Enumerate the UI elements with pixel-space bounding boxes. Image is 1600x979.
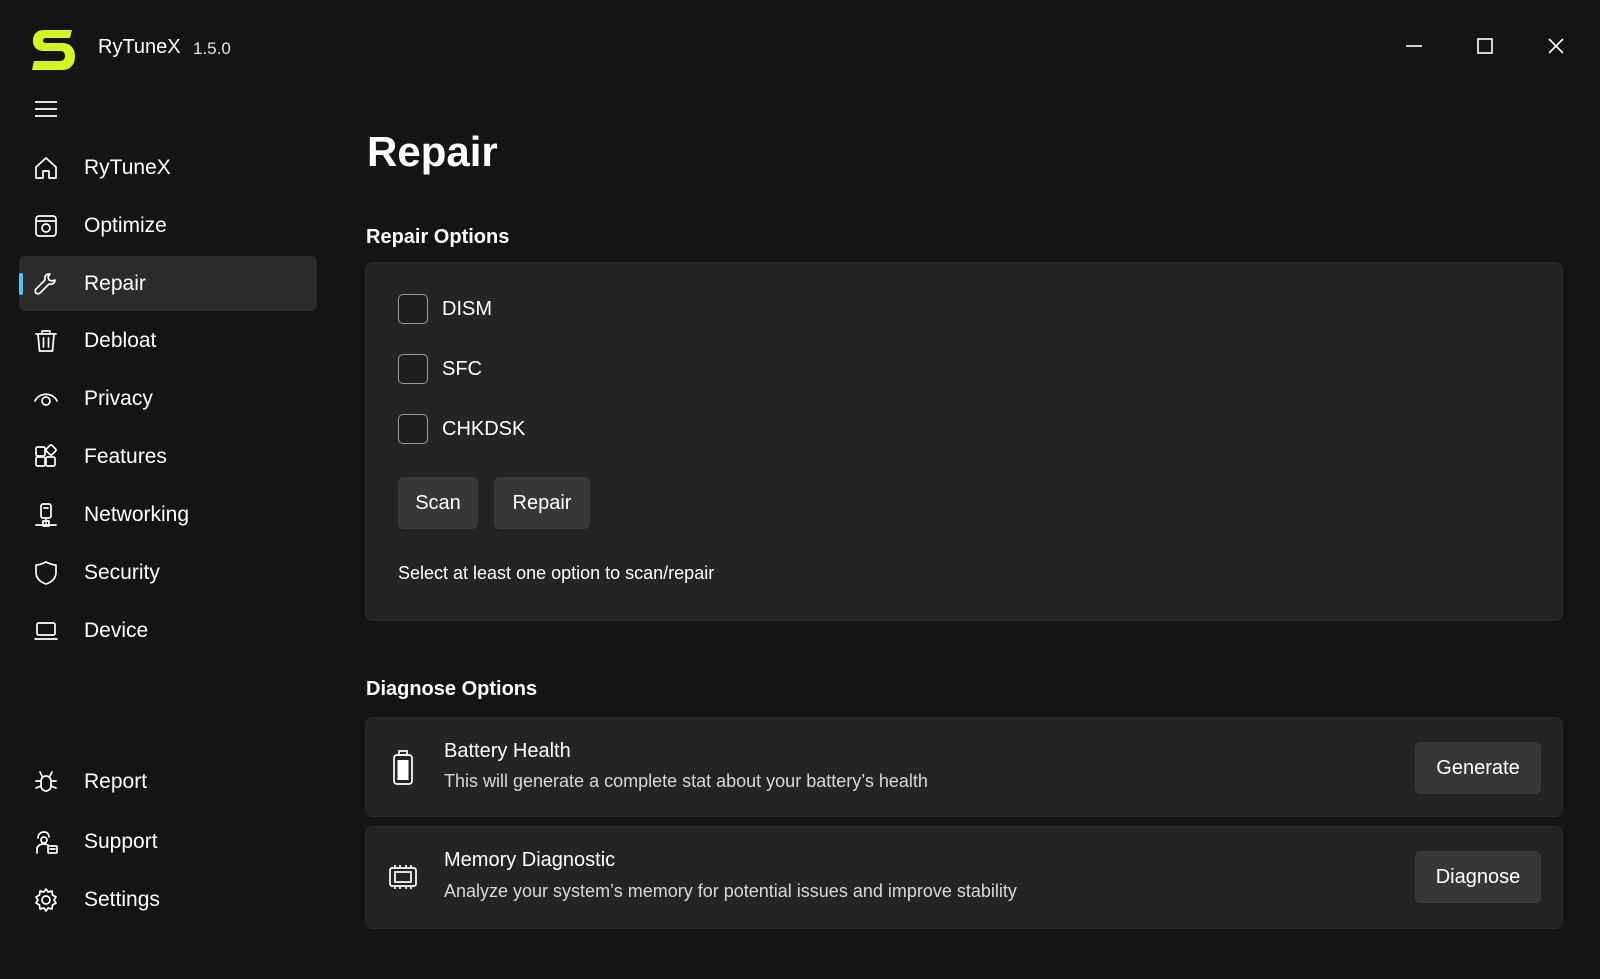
sidebar-item-rytunex[interactable]: RyTuneX: [19, 140, 317, 195]
dism-checkbox-row[interactable]: DISM: [398, 293, 492, 325]
sidebar-item-label: Report: [84, 769, 148, 793]
minimize-icon[interactable]: [1396, 28, 1432, 64]
eye-icon: [32, 385, 60, 413]
sidebar-item-support[interactable]: Support: [19, 814, 317, 869]
sidebar-item-repair[interactable]: Repair: [19, 256, 317, 311]
battery-icon: [386, 748, 420, 788]
sidebar-item-label: RyTuneX: [84, 155, 171, 179]
app-name: RyTuneX: [98, 36, 181, 58]
sidebar-item-label: Networking: [84, 502, 190, 526]
sidebar-item-label: Debloat: [84, 328, 157, 352]
title-bar: RyTuneX 1.5.0: [0, 0, 1600, 92]
apps-icon: [32, 443, 60, 471]
checkbox-label: SFC: [442, 357, 482, 380]
sidebar-item-device[interactable]: Device: [19, 603, 317, 658]
repair-hint-text: Select at least one option to scan/repai…: [398, 563, 715, 583]
sfc-checkbox-row[interactable]: SFC: [398, 353, 482, 385]
app-version: 1.5.0: [193, 39, 231, 58]
support-icon: [32, 828, 60, 856]
memory-diagnostic-description: Analyze your system’s memory for potenti…: [444, 881, 1017, 901]
memory-diagnostic-card: Memory Diagnostic Analyze your system’s …: [365, 826, 1563, 929]
maximize-icon[interactable]: [1467, 28, 1503, 64]
battery-health-title: Battery Health: [444, 740, 571, 762]
sidebar-item-label: Privacy: [84, 386, 153, 410]
network-icon: [32, 501, 60, 529]
memory-diagnostic-title: Memory Diagnostic: [444, 849, 616, 871]
sidebar-item-label: Support: [84, 829, 158, 853]
checkbox-label: DISM: [442, 297, 492, 320]
battery-health-description: This will generate a complete stat about…: [444, 771, 928, 791]
repair-options-card: DISM SFC CHKDSK Scan Repair Select at le…: [365, 262, 1563, 621]
memory-icon: [386, 857, 420, 897]
chkdsk-checkbox-row[interactable]: CHKDSK: [398, 413, 525, 445]
sidebar-item-features[interactable]: Features: [19, 429, 317, 484]
sidebar-item-optimize[interactable]: Optimize: [19, 198, 317, 253]
generate-button[interactable]: Generate: [1415, 742, 1541, 794]
chkdsk-checkbox[interactable]: [398, 414, 428, 444]
sidebar-item-label: Repair: [84, 271, 146, 295]
sidebar-item-debloat[interactable]: Debloat: [19, 313, 317, 368]
sidebar-item-label: Optimize: [84, 213, 167, 237]
sidebar-item-label: Features: [84, 444, 167, 468]
laptop-icon: [32, 617, 60, 645]
sidebar-item-label: Settings: [84, 887, 160, 911]
sidebar-item-label: Security: [84, 560, 160, 584]
sidebar-item-security[interactable]: Security: [19, 545, 317, 600]
sidebar-item-settings[interactable]: Settings: [19, 872, 317, 927]
hamburger-menu-icon[interactable]: [28, 94, 64, 124]
home-icon: [32, 154, 60, 182]
sfc-checkbox[interactable]: [398, 354, 428, 384]
page-title: Repair: [367, 128, 498, 175]
trash-icon: [32, 327, 60, 355]
wrench-icon: [32, 270, 60, 298]
diagnose-options-heading: Diagnose Options: [366, 678, 538, 700]
sidebar-item-networking[interactable]: Networking: [19, 487, 317, 542]
diagnose-button[interactable]: Diagnose: [1415, 851, 1541, 903]
battery-health-card: Battery Health This will generate a comp…: [365, 717, 1563, 817]
shield-icon: [32, 559, 60, 587]
sidebar-item-label: Device: [84, 618, 149, 642]
repair-button[interactable]: Repair: [494, 477, 590, 529]
close-icon[interactable]: [1538, 28, 1574, 64]
gear-icon: [32, 886, 60, 914]
dism-checkbox[interactable]: [398, 294, 428, 324]
repair-options-heading: Repair Options: [366, 226, 510, 248]
sidebar-item-privacy[interactable]: Privacy: [19, 371, 317, 426]
optimize-icon: [32, 212, 60, 240]
bug-icon: [32, 768, 60, 796]
checkbox-label: CHKDSK: [442, 417, 526, 440]
app-logo-icon: [30, 24, 76, 74]
scan-button[interactable]: Scan: [398, 477, 478, 529]
sidebar-item-report[interactable]: Report: [19, 754, 317, 809]
